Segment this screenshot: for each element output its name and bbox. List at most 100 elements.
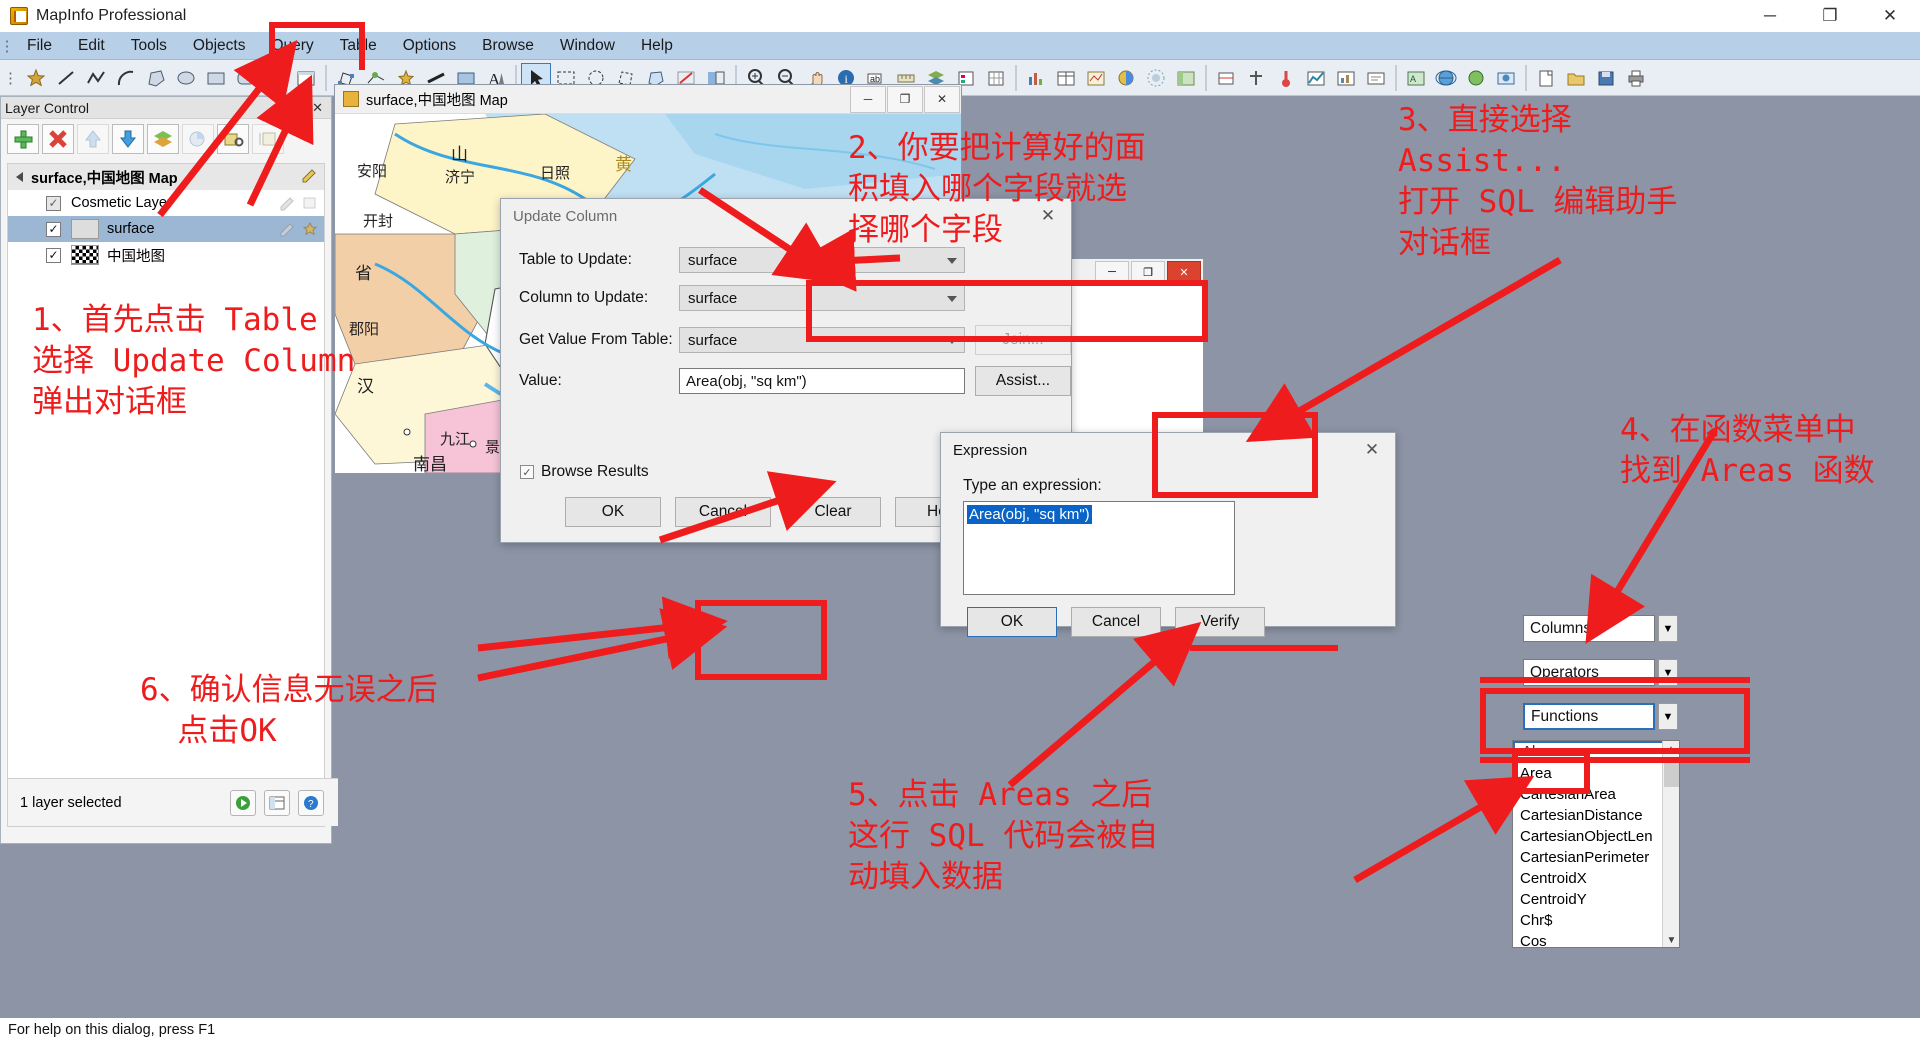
function-item[interactable]: CartesianArea bbox=[1513, 784, 1679, 805]
symbol-tool-icon[interactable] bbox=[21, 63, 51, 93]
function-item[interactable]: Area bbox=[1513, 763, 1679, 784]
functions-scrollbar[interactable]: ▲ ▼ bbox=[1662, 741, 1679, 947]
thermometer-icon[interactable] bbox=[1271, 63, 1301, 93]
close-button[interactable]: ✕ bbox=[1860, 0, 1920, 32]
new-document-icon[interactable] bbox=[1531, 63, 1561, 93]
minimize-button[interactable]: ─ bbox=[1740, 0, 1800, 32]
menu-item-options[interactable]: Options bbox=[390, 32, 469, 60]
open-folder-icon[interactable] bbox=[1561, 63, 1591, 93]
add-layer-button[interactable] bbox=[7, 124, 39, 154]
ruler-measure-icon[interactable] bbox=[1211, 63, 1241, 93]
buffer-icon[interactable] bbox=[1141, 63, 1171, 93]
scale-icon[interactable] bbox=[1241, 63, 1271, 93]
globe2-icon[interactable] bbox=[1461, 63, 1491, 93]
browser-minimize-button[interactable]: ─ bbox=[1095, 261, 1129, 283]
geocode-icon[interactable]: A bbox=[1401, 63, 1431, 93]
column-to-update-combo[interactable]: surface bbox=[679, 285, 965, 311]
grid-theme-icon[interactable] bbox=[1171, 63, 1201, 93]
rectangle-tool-icon[interactable] bbox=[201, 63, 231, 93]
scroll-down-arrow-icon[interactable]: ▼ bbox=[1663, 932, 1679, 947]
menu-item-edit[interactable]: Edit bbox=[65, 32, 118, 60]
layer-checkbox[interactable]: ✓ bbox=[46, 247, 61, 263]
functions-dropdown-list[interactable]: Abs Area CartesianArea CartesianDistance… bbox=[1512, 740, 1680, 948]
layer-checkbox[interactable]: ✓ bbox=[46, 221, 61, 237]
cancel-button[interactable]: Cancel bbox=[675, 497, 771, 527]
polygon-tool-icon[interactable] bbox=[141, 63, 171, 93]
layer-row-surface[interactable]: ✓ surface bbox=[8, 216, 324, 242]
layer-tree-root[interactable]: surface,中国地图 Map bbox=[8, 164, 324, 190]
functions-selector[interactable]: Functions ▼ bbox=[1523, 703, 1678, 730]
chevron-down-icon[interactable] bbox=[947, 258, 957, 264]
print-icon[interactable] bbox=[1621, 63, 1651, 93]
close-icon[interactable]: ✕ bbox=[312, 100, 323, 116]
function-item[interactable]: CentroidX bbox=[1513, 868, 1679, 889]
pin-icon[interactable]: ┅ bbox=[298, 100, 306, 116]
function-item[interactable]: CartesianDistance bbox=[1513, 805, 1679, 826]
grid-icon[interactable] bbox=[981, 63, 1011, 93]
hotlink-button[interactable] bbox=[217, 124, 249, 154]
function-item[interactable]: Cos bbox=[1513, 931, 1679, 947]
expression-verify-button[interactable]: Verify bbox=[1175, 607, 1265, 637]
remove-layer-button[interactable] bbox=[42, 124, 74, 154]
menu-item-help[interactable]: Help bbox=[628, 32, 686, 60]
function-item[interactable]: CentroidY bbox=[1513, 889, 1679, 910]
function-item[interactable]: CartesianObjectLen bbox=[1513, 826, 1679, 847]
expression-textarea[interactable]: Area(obj, "sq km") bbox=[963, 501, 1235, 595]
layer-properties-button[interactable] bbox=[147, 124, 179, 154]
table-to-update-combo[interactable]: surface bbox=[679, 247, 965, 273]
ok-button[interactable]: OK bbox=[565, 497, 661, 527]
globe-icon[interactable] bbox=[1431, 63, 1461, 93]
map-maximize-button[interactable]: ❐ bbox=[887, 85, 923, 113]
text-box-icon[interactable] bbox=[1361, 63, 1391, 93]
map-close-button[interactable]: ✕ bbox=[924, 85, 960, 113]
menu-item-browse[interactable]: Browse bbox=[469, 32, 547, 60]
redistrict-icon[interactable] bbox=[1081, 63, 1111, 93]
expression-ok-button[interactable]: OK bbox=[967, 607, 1057, 637]
layers-button[interactable] bbox=[264, 789, 290, 816]
function-item[interactable]: CartesianPerimeter bbox=[1513, 847, 1679, 868]
browser-close-button[interactable]: ✕ bbox=[1167, 261, 1201, 283]
move-down-button[interactable] bbox=[112, 124, 144, 154]
expand-triangle-icon[interactable] bbox=[16, 172, 23, 182]
chart-icon[interactable] bbox=[1021, 63, 1051, 93]
menu-item-table[interactable]: Table bbox=[327, 32, 390, 60]
label-button[interactable] bbox=[252, 124, 284, 154]
menu-item-objects[interactable]: Objects bbox=[180, 32, 259, 60]
menu-item-window[interactable]: Window bbox=[547, 32, 628, 60]
operators-selector[interactable]: Operators ▼ bbox=[1523, 659, 1678, 686]
chevron-down-icon[interactable]: ▼ bbox=[1658, 659, 1678, 686]
map-minimize-button[interactable]: ─ bbox=[850, 85, 886, 113]
chart-grid-icon[interactable] bbox=[1301, 63, 1331, 93]
layer-checkbox[interactable]: ✓ bbox=[46, 195, 61, 211]
arc-tool-icon[interactable] bbox=[111, 63, 141, 93]
columns-selector[interactable]: Columns ▼ bbox=[1523, 615, 1678, 642]
stats-icon[interactable] bbox=[1331, 63, 1361, 93]
maximize-button[interactable]: ❐ bbox=[1800, 0, 1860, 32]
browse-results-checkbox[interactable]: ✓ bbox=[520, 465, 534, 479]
chevron-down-icon[interactable] bbox=[947, 338, 957, 344]
close-icon[interactable]: ✕ bbox=[1355, 435, 1389, 465]
value-input[interactable]: Area(obj, "sq km") bbox=[679, 368, 965, 394]
scroll-up-arrow-icon[interactable]: ▲ bbox=[1663, 741, 1679, 758]
menu-item-tools[interactable]: Tools bbox=[118, 32, 180, 60]
frame-tool-icon[interactable] bbox=[291, 63, 321, 93]
clear-button[interactable]: Clear bbox=[785, 497, 881, 527]
rounded-rect-tool-icon[interactable] bbox=[231, 63, 261, 93]
line-tool-icon[interactable] bbox=[51, 63, 81, 93]
save-icon[interactable] bbox=[1591, 63, 1621, 93]
join-button[interactable]: Join... bbox=[975, 325, 1071, 355]
refresh-button[interactable] bbox=[230, 789, 256, 816]
polyline-tool-icon[interactable] bbox=[81, 63, 111, 93]
chevron-down-icon[interactable]: ▼ bbox=[1658, 615, 1678, 642]
menu-item-file[interactable]: File bbox=[14, 32, 65, 60]
layer-row-cosmetic[interactable]: ✓ Cosmetic Layer bbox=[8, 190, 324, 216]
expression-cancel-button[interactable]: Cancel bbox=[1071, 607, 1161, 637]
layer-row-china-map[interactable]: ✓ 中国地图 bbox=[8, 242, 324, 268]
function-item-selected[interactable]: Abs bbox=[1513, 741, 1679, 763]
help-button[interactable]: ? bbox=[298, 789, 324, 816]
function-item[interactable]: Chr$ bbox=[1513, 910, 1679, 931]
get-value-from-table-combo[interactable]: surface bbox=[679, 327, 965, 353]
text-tool-icon[interactable]: A bbox=[261, 63, 291, 93]
thematic-button[interactable] bbox=[182, 124, 214, 154]
assist-button[interactable]: Assist... bbox=[975, 366, 1071, 396]
